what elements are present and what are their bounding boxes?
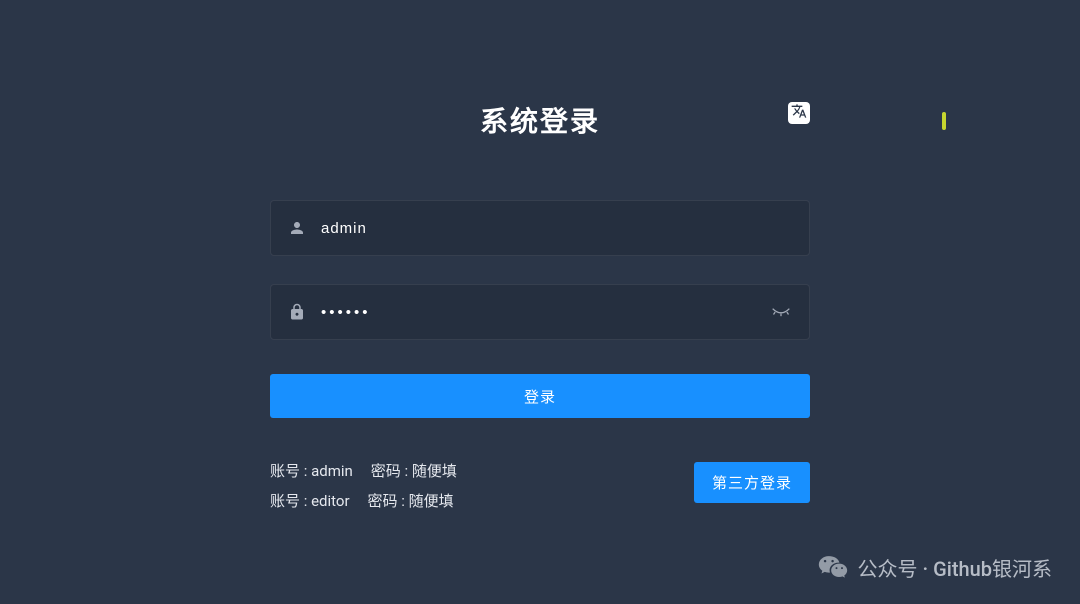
watermark: 公众号 · Github银河系: [818, 552, 1052, 582]
watermark-text: 公众号 · Github银河系: [858, 553, 1052, 582]
user-icon: [287, 218, 307, 238]
eye-closed-icon: [771, 303, 791, 322]
translate-icon: [791, 103, 807, 123]
lock-icon: [287, 302, 307, 322]
toggle-password-visibility-button[interactable]: [769, 300, 793, 324]
password-input[interactable]: [307, 304, 769, 321]
hint-account-1: 账号 : admin: [270, 456, 353, 486]
login-form: 系统登录 登录 账号 : admin 密码 : 随便填: [270, 0, 810, 516]
hint-password-1: 密码 : 随便填: [371, 456, 457, 486]
bottom-row: 账号 : admin 密码 : 随便填 账号 : editor 密码 : 随便填…: [270, 456, 810, 516]
hint-account-2: 账号 : editor: [270, 486, 350, 516]
username-field-wrap: [270, 200, 810, 256]
hint-password-2: 密码 : 随便填: [368, 486, 454, 516]
language-switch-button[interactable]: [788, 102, 810, 124]
login-button[interactable]: 登录: [270, 374, 810, 418]
hint-line-2: 账号 : editor 密码 : 随便填: [270, 486, 457, 516]
header-row: 系统登录: [270, 100, 810, 140]
login-hints: 账号 : admin 密码 : 随便填 账号 : editor 密码 : 随便填: [270, 456, 457, 516]
wechat-icon: [818, 552, 848, 582]
hint-line-1: 账号 : admin 密码 : 随便填: [270, 456, 457, 486]
page-title: 系统登录: [480, 100, 600, 140]
password-field-wrap: [270, 284, 810, 340]
username-input[interactable]: [307, 220, 793, 237]
decorative-marker: [942, 112, 946, 130]
third-party-login-button[interactable]: 第三方登录: [694, 462, 810, 503]
